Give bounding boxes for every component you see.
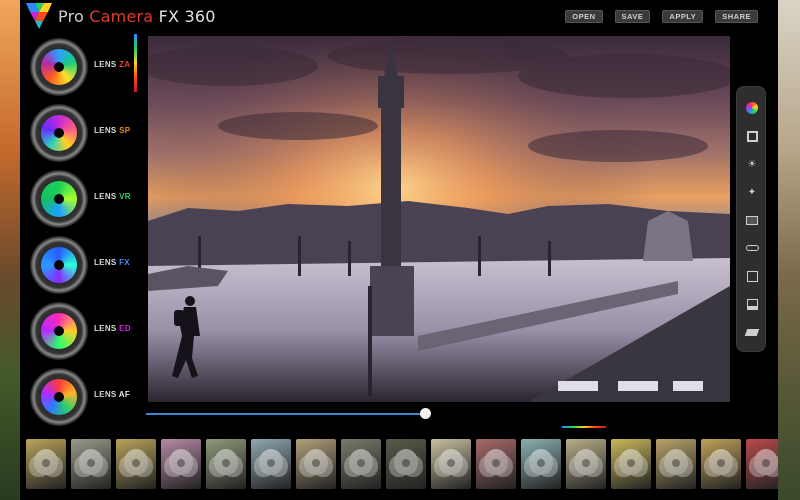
app-title-fx: FX xyxy=(158,7,180,26)
photo-scene xyxy=(148,36,730,402)
filter-thumbnail[interactable] xyxy=(116,439,156,489)
lens-glass xyxy=(41,313,77,349)
app-window: Pro Camera FX 360 OPEN SAVE APPLY SHARE … xyxy=(20,0,778,500)
lens-icon xyxy=(30,38,88,96)
lens-icon xyxy=(30,104,88,162)
toggle-icon[interactable] xyxy=(745,241,759,255)
lens-item-sp[interactable]: LENS SP xyxy=(28,104,146,170)
filter-color-indicator xyxy=(562,426,606,428)
lens-list: LENS ZA LENS SP LENS VR LENS FX LENS ED LENS … xyxy=(28,38,146,434)
filter-thumbnail[interactable] xyxy=(476,439,516,489)
app-title: Pro Camera FX 360 xyxy=(58,7,216,26)
filter-thumbnail[interactable] xyxy=(746,439,778,489)
apply-button[interactable]: APPLY xyxy=(662,10,704,23)
lens-glass xyxy=(41,49,77,85)
lens-color-indicator xyxy=(134,34,137,92)
crop-icon[interactable] xyxy=(745,297,759,311)
filter-thumbnail[interactable] xyxy=(656,439,696,489)
lens-item-af[interactable]: LENS AF xyxy=(28,368,146,434)
lens-label: LENS SP xyxy=(94,126,131,135)
lens-item-ed[interactable]: LENS ED xyxy=(28,302,146,368)
filter-thumbnail[interactable] xyxy=(206,439,246,489)
share-button[interactable]: SHARE xyxy=(715,10,758,23)
intensity-slider-track[interactable] xyxy=(146,413,426,415)
filter-thumbnail[interactable] xyxy=(521,439,561,489)
filter-thumbnail[interactable] xyxy=(26,439,66,489)
title-bar: Pro Camera FX 360 OPEN SAVE APPLY SHARE xyxy=(20,0,778,34)
filter-thumbnail[interactable] xyxy=(566,439,606,489)
lens-item-fx[interactable]: LENS FX xyxy=(28,236,146,302)
filter-thumbnail[interactable] xyxy=(161,439,201,489)
lens-item-za[interactable]: LENS ZA xyxy=(28,38,146,104)
open-button[interactable]: OPEN xyxy=(565,10,603,23)
save-button[interactable]: SAVE xyxy=(614,10,651,23)
lens-icon xyxy=(30,236,88,294)
intensity-slider-handle[interactable] xyxy=(420,408,431,419)
app-title-360: 360 xyxy=(184,7,216,26)
desktop-background-right xyxy=(778,0,800,500)
lens-icon xyxy=(30,302,88,360)
app-title-pro: Pro xyxy=(58,7,84,26)
lens-glass xyxy=(41,379,77,415)
brightness-icon[interactable]: ☀ xyxy=(745,157,759,171)
filter-thumbnail[interactable] xyxy=(701,439,741,489)
filter-filmstrip xyxy=(26,439,778,489)
app-title-camera: Camera xyxy=(89,7,154,26)
eraser-icon[interactable] xyxy=(744,325,760,339)
filter-thumbnail[interactable] xyxy=(431,439,471,489)
photo-preview[interactable] xyxy=(148,36,730,402)
layers-icon[interactable] xyxy=(745,213,759,227)
lens-glass xyxy=(41,115,77,151)
filter-thumbnail[interactable] xyxy=(611,439,651,489)
lens-label: LENS VR xyxy=(94,192,131,201)
filter-thumbnail[interactable] xyxy=(296,439,336,489)
tool-panel: ☀ ✦ xyxy=(736,86,766,352)
lens-label: LENS AF xyxy=(94,390,131,399)
lens-glass xyxy=(41,247,77,283)
lens-label: LENS ZA xyxy=(94,60,131,69)
lens-item-vr[interactable]: LENS VR xyxy=(28,170,146,236)
filter-thumbnail[interactable] xyxy=(251,439,291,489)
lens-label: LENS ED xyxy=(94,324,131,333)
filter-thumbnail[interactable] xyxy=(386,439,426,489)
desktop-background-left xyxy=(0,0,20,500)
lens-icon xyxy=(30,170,88,228)
filter-thumbnail[interactable] xyxy=(71,439,111,489)
lens-label: LENS FX xyxy=(94,258,130,267)
top-toolbar: OPEN SAVE APPLY SHARE xyxy=(565,10,758,23)
lens-glass xyxy=(41,181,77,217)
filter-thumbnail[interactable] xyxy=(341,439,381,489)
text-icon[interactable] xyxy=(745,269,759,283)
magic-wand-icon[interactable]: ✦ xyxy=(745,185,759,199)
lens-icon xyxy=(30,368,88,426)
app-logo-icon xyxy=(26,3,52,29)
color-wheel-icon[interactable] xyxy=(745,101,759,115)
frame-icon[interactable] xyxy=(745,129,759,143)
